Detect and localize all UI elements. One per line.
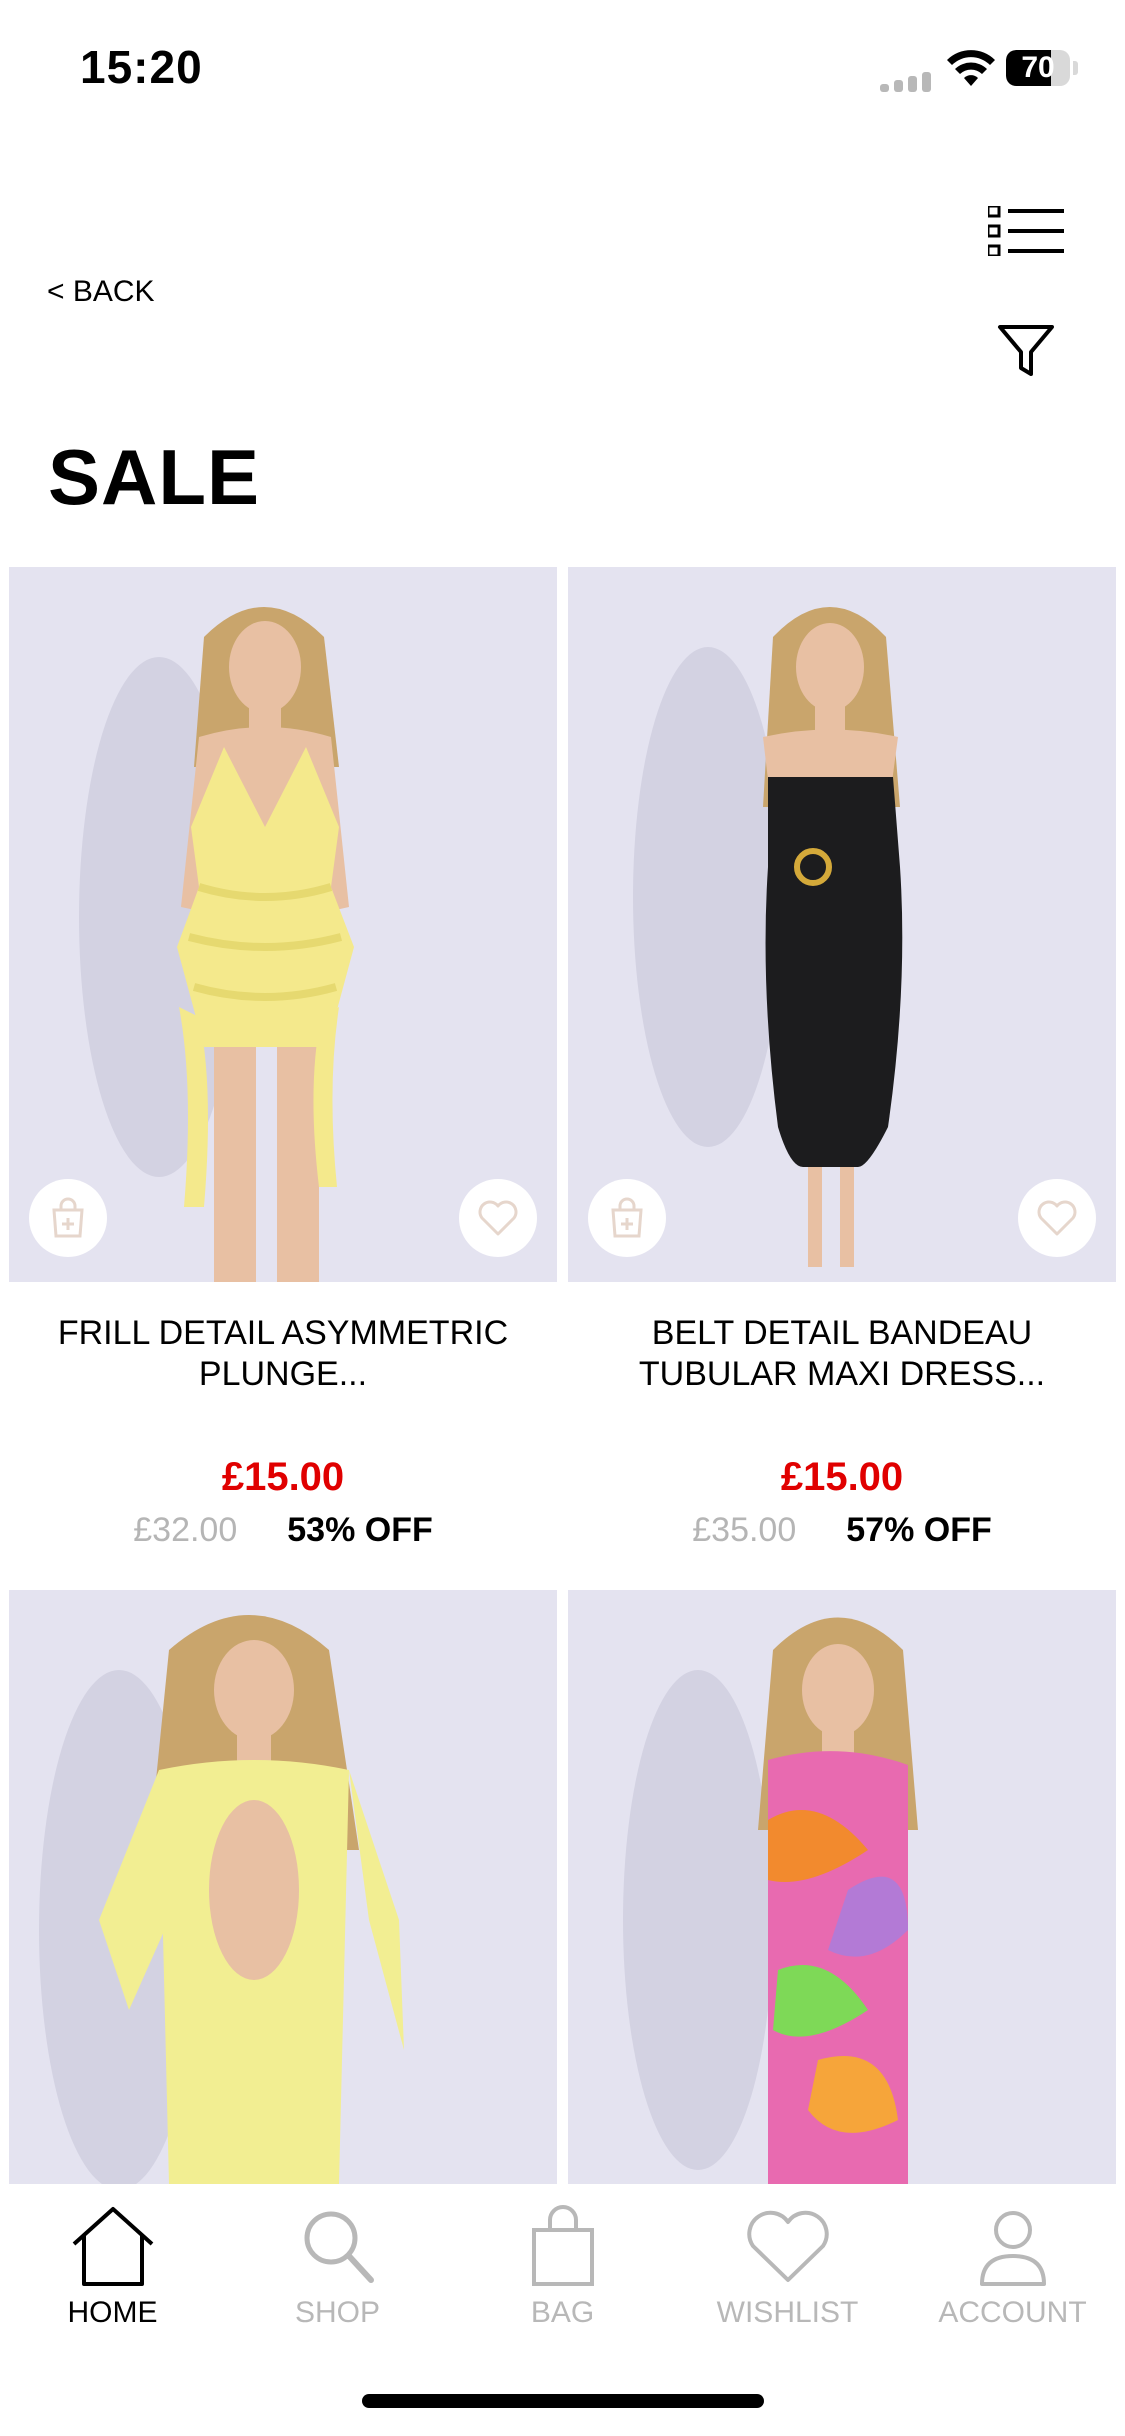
- price-row: £32.00 53% OFF: [9, 1511, 557, 1550]
- add-to-bag-button[interactable]: [29, 1179, 107, 1257]
- battery-icon: 70: [1006, 50, 1070, 86]
- product-name[interactable]: BELT DETAIL BANDEAU TUBULAR MAXI DRESS..…: [588, 1313, 1096, 1395]
- tab-label: BAG: [530, 2296, 595, 2329]
- product-image[interactable]: [9, 1590, 557, 2184]
- status-time: 15:20: [80, 41, 203, 93]
- tab-label: WISHLIST: [716, 2296, 859, 2329]
- sale-price: £15.00: [221, 1455, 345, 1499]
- original-price: £35.00: [692, 1511, 797, 1549]
- price-row: £35.00 57% OFF: [568, 1511, 1116, 1550]
- tab-label: SHOP: [294, 2296, 381, 2329]
- bag-add-icon: [52, 1197, 84, 1238]
- tab-bag[interactable]: BAG: [450, 2204, 675, 2334]
- back-button[interactable]: < BACK: [47, 275, 155, 309]
- tab-account[interactable]: ACCOUNT: [900, 2204, 1125, 2334]
- battery-level: 70: [1021, 51, 1055, 84]
- discount-label: 53% OFF: [287, 1511, 433, 1549]
- home-icon: [72, 2207, 153, 2286]
- cellular-signal-icon: [880, 70, 940, 92]
- original-price: £32.00: [133, 1511, 238, 1549]
- filter-icon[interactable]: [996, 322, 1056, 380]
- page-title: SALE: [48, 433, 261, 521]
- wifi-icon: [947, 50, 995, 86]
- tab-wishlist[interactable]: WISHLIST: [675, 2204, 900, 2334]
- tab-label: HOME: [67, 2296, 158, 2329]
- heart-icon: [746, 2210, 829, 2282]
- wishlist-button[interactable]: [459, 1179, 537, 1257]
- discount-label: 57% OFF: [846, 1511, 992, 1549]
- heart-icon: [1037, 1200, 1077, 1236]
- add-to-bag-button[interactable]: [588, 1179, 666, 1257]
- tab-home[interactable]: HOME: [0, 2204, 225, 2334]
- search-icon: [304, 2211, 374, 2283]
- sale-price: £15.00: [780, 1455, 904, 1499]
- wishlist-button[interactable]: [1018, 1179, 1096, 1257]
- status-bar: 15:20 70: [0, 0, 1125, 140]
- account-icon: [979, 2211, 1046, 2286]
- heart-icon: [478, 1200, 518, 1236]
- bag-icon: [531, 2205, 594, 2286]
- product-name[interactable]: FRILL DETAIL ASYMMETRIC PLUNGE...: [29, 1313, 537, 1395]
- product-image[interactable]: [568, 567, 1116, 1282]
- home-indicator: [362, 2394, 764, 2408]
- tab-shop[interactable]: SHOP: [225, 2204, 450, 2334]
- bag-add-icon: [611, 1197, 643, 1238]
- tab-label: ACCOUNT: [938, 2296, 1087, 2329]
- list-view-icon[interactable]: [988, 206, 1064, 256]
- product-image[interactable]: [568, 1590, 1116, 2184]
- product-image[interactable]: [9, 567, 557, 1282]
